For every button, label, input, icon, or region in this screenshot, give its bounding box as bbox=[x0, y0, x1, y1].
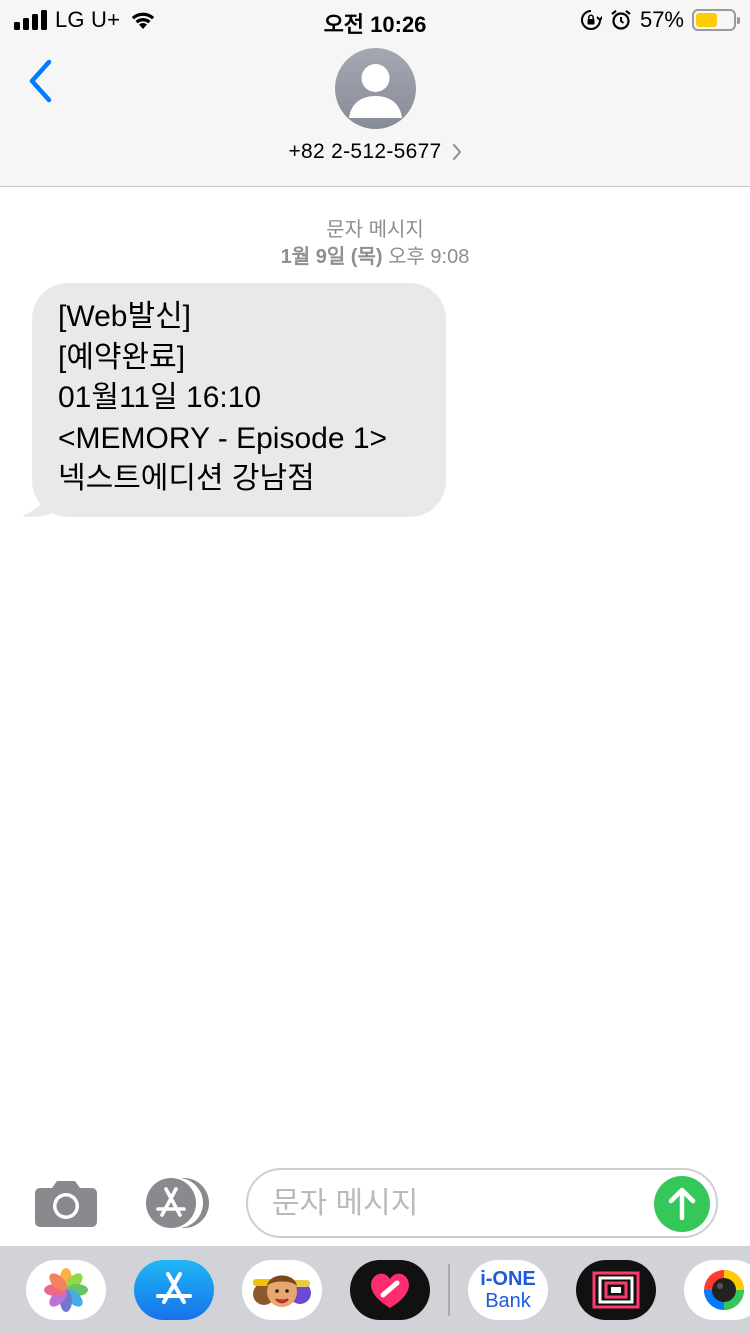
color-app-button[interactable] bbox=[684, 1260, 750, 1320]
message-line: <MEMORY - Episode 1> bbox=[58, 421, 388, 455]
app-store-app-button[interactable] bbox=[134, 1260, 214, 1320]
message-date: 1월 9일 (목) bbox=[280, 246, 383, 268]
photos-icon bbox=[44, 1268, 88, 1312]
color-wheel-icon bbox=[704, 1270, 744, 1310]
chevron-right-icon bbox=[452, 144, 461, 160]
message-input[interactable] bbox=[272, 1176, 642, 1232]
frame-icon bbox=[592, 1271, 640, 1309]
bank-icon-label: Bank bbox=[485, 1290, 531, 1312]
battery-level bbox=[696, 13, 717, 27]
rotation-lock-icon bbox=[580, 10, 602, 30]
photos-app-button[interactable] bbox=[26, 1260, 106, 1320]
status-right: 57% bbox=[580, 6, 740, 34]
person-silhouette-icon bbox=[349, 64, 402, 118]
camera-button[interactable] bbox=[34, 1178, 98, 1228]
battery-cap bbox=[737, 17, 740, 24]
battery-icon bbox=[692, 9, 740, 31]
heart-icon bbox=[371, 1273, 409, 1308]
bank-icon: i-ONE bbox=[480, 1268, 536, 1290]
frame-app-button[interactable] bbox=[576, 1260, 656, 1320]
digital-touch-app-button[interactable] bbox=[350, 1260, 430, 1320]
message-bubble-body: [Web발신] [예약완료] 01월11일 16:10 <MEMORY - Ep… bbox=[32, 283, 446, 517]
contact-info-button[interactable]: +82 2-512-5677 bbox=[0, 140, 750, 164]
message-line: 01월11일 16:10 bbox=[58, 381, 262, 414]
app-store-button[interactable] bbox=[140, 1177, 212, 1229]
status-bar: LG U+ 오전 10:26 57% bbox=[0, 0, 750, 40]
message-line: [예약완료] bbox=[58, 340, 186, 374]
app-drawer-divider bbox=[448, 1264, 450, 1316]
message-time: 오후 9:08 bbox=[388, 246, 470, 268]
memoji-icon bbox=[253, 1275, 311, 1307]
message-line: [Web발신] bbox=[58, 300, 192, 333]
message-input-container bbox=[246, 1168, 718, 1238]
camera-icon bbox=[35, 1181, 97, 1227]
imessage-app-drawer: i-ONE Bank bbox=[0, 1246, 750, 1334]
message-timestamp: 1월 9일 (목) 오후 9:08 bbox=[0, 240, 750, 269]
i-one-bank-app-button[interactable]: i-ONE Bank bbox=[468, 1260, 548, 1320]
back-button[interactable] bbox=[20, 56, 60, 106]
chevron-left-icon bbox=[29, 59, 52, 103]
incoming-message-bubble[interactable]: [Web발신] [예약완료] 01월11일 16:10 <MEMORY - Ep… bbox=[20, 283, 450, 519]
app-store-icon bbox=[156, 1272, 192, 1304]
compose-bar bbox=[0, 1160, 750, 1246]
send-button[interactable] bbox=[654, 1176, 710, 1232]
memoji-app-button[interactable] bbox=[242, 1260, 322, 1320]
conversation-header: +82 2-512-5677 bbox=[0, 40, 750, 187]
battery-percent: 57% bbox=[639, 7, 684, 32]
contact-number: +82 2-512-5677 bbox=[288, 140, 442, 163]
arrow-up-icon bbox=[668, 1187, 696, 1221]
alarm-icon bbox=[611, 9, 631, 30]
app-store-icon bbox=[146, 1178, 209, 1228]
message-type-label: 문자 메시지 bbox=[326, 219, 424, 241]
message-line: 넥스트에디션 강남점 bbox=[58, 462, 315, 495]
contact-avatar[interactable] bbox=[335, 48, 416, 129]
